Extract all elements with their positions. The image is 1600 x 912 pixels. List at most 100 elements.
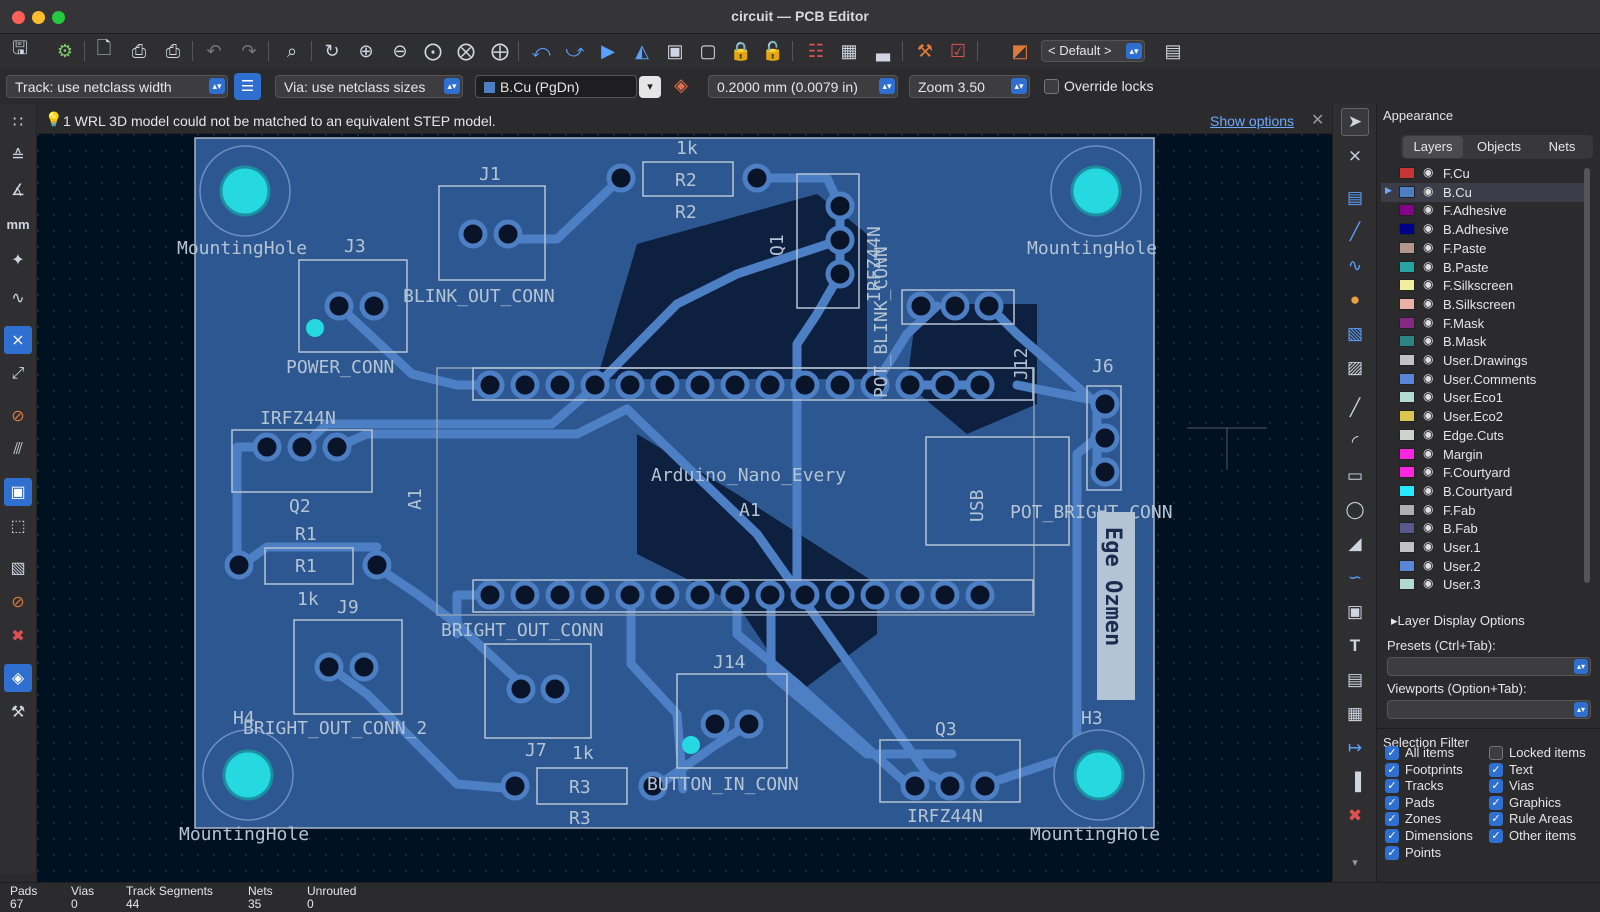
layer-preset-select[interactable]: < Default > ▴▾: [1041, 40, 1145, 62]
close-icon[interactable]: ✕: [1311, 110, 1324, 130]
eye-icon[interactable]: ◉: [1423, 427, 1433, 441]
ungroup-icon[interactable]: ▢: [695, 39, 721, 63]
layer-color-swatch[interactable]: [1399, 410, 1415, 423]
layer-row-f-silkscreen[interactable]: ◉ F.Silkscreen: [1381, 276, 1585, 295]
layer-row-b-fab[interactable]: ◉ B.Fab: [1381, 519, 1585, 538]
mirror-icon[interactable]: ◭: [629, 39, 655, 63]
show-options-link[interactable]: Show options: [1210, 113, 1294, 129]
eye-icon[interactable]: ◉: [1423, 240, 1433, 254]
grid-toggle-icon[interactable]: ∷: [4, 108, 32, 136]
local-ratsnest-icon[interactable]: ⨯: [1341, 142, 1369, 170]
checkbox[interactable]: ✓: [1385, 762, 1399, 777]
layer-row-b-silkscreen[interactable]: ◉ B.Silkscreen: [1381, 295, 1585, 314]
viewports-select[interactable]: ▴▾: [1387, 700, 1591, 719]
active-layer-select[interactable]: B.Cu (PgDn): [475, 75, 637, 98]
layer-row-user-eco2[interactable]: ◉ User.Eco2: [1381, 407, 1585, 426]
select-icon[interactable]: ➤: [1341, 108, 1369, 136]
layer-row-margin[interactable]: ◉ Margin: [1381, 445, 1585, 464]
layer-pair-icon[interactable]: ◩: [1007, 39, 1033, 63]
layer-color-swatch[interactable]: [1399, 223, 1415, 236]
footprint-editor-icon[interactable]: ▦: [836, 39, 862, 63]
layer-row-user-3[interactable]: ◉ User.3: [1381, 575, 1585, 594]
netlist-ratsnest-icon[interactable]: ⨯: [4, 326, 32, 354]
layer-color-swatch[interactable]: [1399, 297, 1415, 310]
ratsnest-icon[interactable]: ∿: [4, 284, 32, 312]
update-pcb-icon[interactable]: ☷: [803, 39, 829, 63]
eye-icon[interactable]: ◉: [1423, 202, 1433, 216]
layer-color-swatch[interactable]: [1399, 241, 1415, 254]
layer-color-swatch[interactable]: [1399, 185, 1415, 198]
layer-stack-icon[interactable]: ◈: [668, 73, 694, 97]
layer-row-f-fab[interactable]: ◉ F.Fab: [1381, 501, 1585, 520]
layer-row-user-eco1[interactable]: ◉ User.Eco1: [1381, 388, 1585, 407]
eye-icon[interactable]: ◉: [1423, 576, 1433, 590]
presets-select[interactable]: ▴▾: [1387, 657, 1591, 676]
checkbox[interactable]: ✓: [1385, 845, 1399, 860]
checkbox[interactable]: ✓: [1385, 795, 1399, 810]
rule-area-icon[interactable]: ▨: [1341, 354, 1369, 382]
eye-icon[interactable]: ◉: [1423, 259, 1433, 273]
eye-icon[interactable]: ◉: [1423, 446, 1433, 460]
eye-icon[interactable]: ◉: [1423, 520, 1433, 534]
draw-polygon-icon[interactable]: ◢: [1341, 530, 1369, 558]
layer-color-swatch[interactable]: [1399, 541, 1415, 553]
zone-fill-icon[interactable]: ⫻: [4, 436, 32, 464]
polar-coords-icon[interactable]: ∡: [4, 176, 32, 204]
layer-color-swatch[interactable]: [1399, 354, 1415, 366]
draw-arc-icon[interactable]: ◜: [1341, 428, 1369, 456]
eye-icon[interactable]: ◉: [1423, 352, 1433, 366]
layer-row-user-1[interactable]: ◉ User.1: [1381, 538, 1585, 557]
track-width-select[interactable]: Track: use netclass width ▴▾: [6, 75, 228, 98]
lock-icon[interactable]: 🔒: [728, 39, 754, 63]
add-footprint-icon[interactable]: ▤: [1341, 184, 1369, 212]
layer-color-swatch[interactable]: [1399, 335, 1415, 348]
eye-icon[interactable]: ◉: [1423, 184, 1433, 198]
rotate-ccw-icon[interactable]: ⤺: [528, 39, 554, 63]
rotate-cw-icon[interactable]: ⤻: [562, 39, 588, 63]
eye-icon[interactable]: ◉: [1423, 539, 1433, 553]
layer-row-user-comments[interactable]: ◉ User.Comments: [1381, 370, 1585, 389]
layer-row-user-2[interactable]: ◉ User.2: [1381, 557, 1585, 576]
layer-color-swatch[interactable]: [1399, 559, 1415, 572]
layer-row-user-drawings[interactable]: ◉ User.Drawings: [1381, 351, 1585, 370]
layer-list-scrollbar[interactable]: [1584, 168, 1590, 583]
layer-color-swatch[interactable]: [1399, 428, 1415, 441]
checkbox[interactable]: ✓: [1489, 795, 1503, 810]
layer-color-swatch[interactable]: [1399, 466, 1415, 479]
checkbox[interactable]: ✓: [1489, 829, 1503, 843]
eye-icon[interactable]: ◉: [1423, 483, 1433, 497]
add-textbox-icon[interactable]: ▤: [1341, 666, 1369, 694]
add-image-icon[interactable]: ▣: [1341, 598, 1369, 626]
refresh-icon[interactable]: ↻: [319, 39, 345, 63]
find-icon[interactable]: ⌕: [279, 39, 305, 63]
curved-ratsnest-icon[interactable]: ⤢: [4, 360, 32, 388]
auto-track-width-icon[interactable]: ☰: [234, 73, 261, 100]
checkbox[interactable]: ✓: [1489, 779, 1503, 794]
add-dimension-icon[interactable]: ↦: [1341, 734, 1369, 762]
layer-row-f-mask[interactable]: ◉ F.Mask: [1381, 314, 1585, 333]
zoom-select[interactable]: Zoom 3.50 ▴▾: [909, 75, 1030, 98]
zoom-in-icon[interactable]: ⊕: [353, 39, 379, 63]
delete-tool-icon[interactable]: ✖: [1341, 802, 1369, 830]
eye-icon[interactable]: ◉: [1423, 464, 1433, 478]
zoom-objects-icon[interactable]: ⨂: [453, 39, 479, 63]
overlay-grid-icon[interactable]: ≙: [4, 142, 32, 170]
layer-color-swatch[interactable]: [1399, 484, 1415, 497]
route-track-icon[interactable]: ╱: [1341, 218, 1369, 246]
checkbox[interactable]: ✓: [1385, 779, 1399, 794]
page-settings-icon[interactable]: 🗋: [91, 38, 117, 63]
layer-color-swatch[interactable]: [1399, 167, 1415, 179]
add-via-icon[interactable]: ●: [1341, 286, 1369, 314]
layer-color-swatch[interactable]: [1399, 578, 1415, 591]
zoom-out-icon[interactable]: ⊖: [387, 39, 413, 63]
group-icon[interactable]: ▣: [662, 39, 688, 63]
board-setup-icon[interactable]: ⚙: [52, 39, 78, 63]
tab-nets[interactable]: Nets: [1535, 136, 1589, 158]
properties-icon[interactable]: ⚒: [4, 698, 32, 726]
layer-color-swatch[interactable]: [1399, 204, 1415, 217]
save-icon[interactable]: 🖫: [7, 38, 33, 63]
eye-icon[interactable]: ◉: [1423, 277, 1433, 291]
zone-display-icon[interactable]: ⊘: [4, 402, 32, 430]
unlock-icon[interactable]: 🔓: [760, 39, 786, 63]
layer-row-f-paste[interactable]: ◉ F.Paste: [1381, 239, 1585, 258]
